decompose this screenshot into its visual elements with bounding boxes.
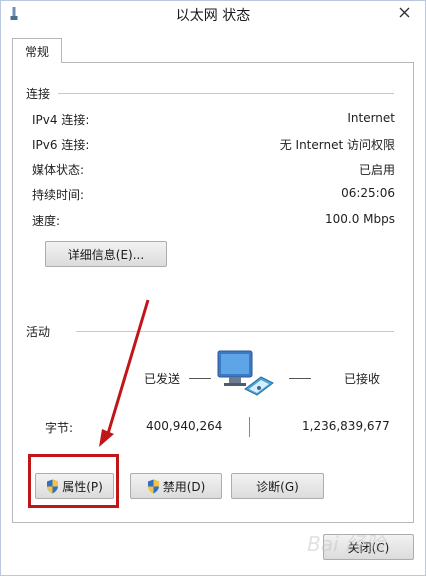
media-state-label: 媒体状态: (32, 163, 85, 177)
network-computers-icon (217, 350, 274, 396)
diagnose-button[interactable]: 诊断(G) (231, 473, 324, 499)
sent-label: 已发送 (144, 372, 181, 386)
window-close-button[interactable] (389, 1, 419, 23)
tab-general[interactable]: 常规 (12, 38, 62, 63)
title-bar: 以太网 状态 (1, 1, 425, 29)
bytes-sent-value: 400,940,264 (146, 419, 223, 433)
connection-section-label: 连接 (26, 87, 51, 101)
ipv4-label: IPv4 连接: (32, 113, 90, 127)
received-line (289, 378, 311, 379)
ipv6-value: 无 Internet 访问权限 (279, 138, 395, 152)
window-title: 以太网 状态 (175, 8, 251, 24)
duration-value: 06:25:06 (341, 186, 395, 200)
media-state-value: 已启用 (358, 163, 395, 177)
activity-divider (76, 331, 394, 332)
bytes-divider (249, 417, 250, 437)
ipv6-label: IPv6 连接: (32, 138, 90, 152)
duration-label: 持续时间: (32, 188, 85, 202)
sent-line (189, 378, 211, 379)
properties-button[interactable]: 属性(P) (35, 473, 114, 499)
close-button[interactable]: 关闭(C) (323, 534, 414, 560)
diagnose-button-label: 诊断(G) (256, 479, 299, 494)
bytes-received-value: 1,236,839,677 (302, 419, 390, 433)
ipv4-value: Internet (347, 111, 395, 125)
activity-section-label: 活动 (26, 325, 51, 339)
details-button-label: 详细信息(E)... (67, 247, 145, 262)
disable-button[interactable]: 禁用(D) (130, 473, 222, 499)
received-label: 已接收 (344, 372, 381, 386)
bytes-label: 字节: (45, 421, 74, 435)
details-button[interactable]: 详细信息(E)... (45, 241, 167, 267)
speed-value: 100.0 Mbps (324, 212, 395, 226)
close-button-label: 关闭(C) (347, 540, 390, 555)
connection-divider (58, 93, 394, 94)
ethernet-status-window: 以太网 状态 常规 连接 IPv4 连接: Internet IPv6 连接: … (0, 0, 426, 576)
properties-button-label: 属性(P) (62, 479, 103, 494)
close-icon (399, 7, 409, 17)
general-panel (12, 62, 414, 523)
uac-shield-icon (47, 479, 59, 493)
disable-button-label: 禁用(D) (162, 479, 206, 494)
uac-shield-icon (147, 479, 159, 493)
speed-label: 速度: (32, 214, 61, 228)
